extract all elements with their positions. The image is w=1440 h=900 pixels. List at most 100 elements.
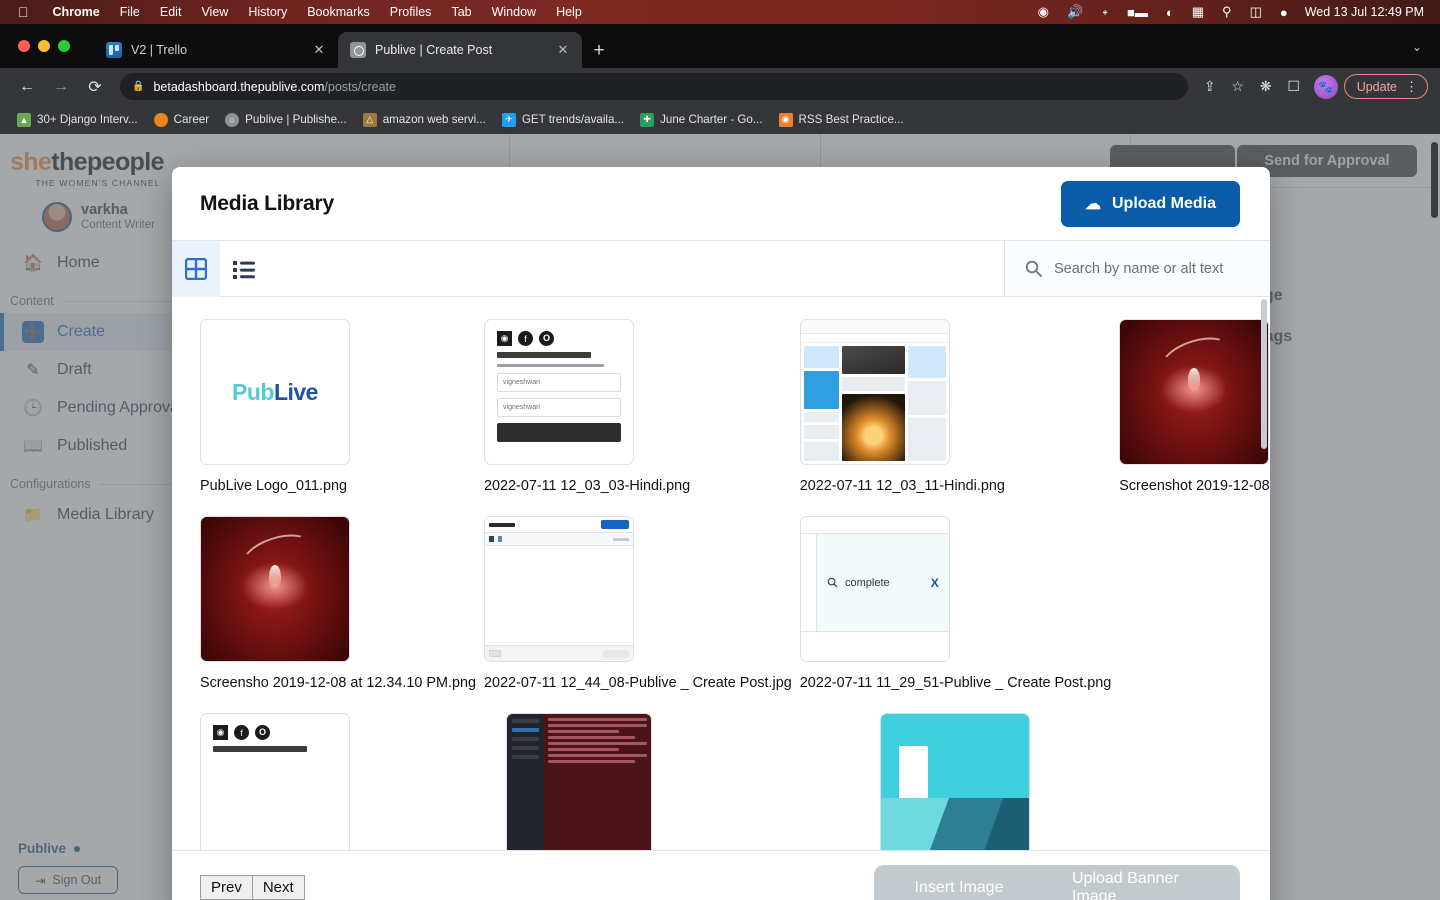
browser-tab-publive[interactable]: Publive | Create Post ✕ bbox=[338, 32, 582, 68]
bookmark-item[interactable]: ◉ RSS Best Practice... bbox=[772, 110, 911, 130]
insert-image-button[interactable]: Insert Image bbox=[874, 864, 1044, 900]
close-window-button[interactable] bbox=[18, 40, 30, 52]
search-input[interactable] bbox=[1054, 260, 1264, 277]
media-item[interactable]: 2022-07-11 12_44_08-Publive _ Create Pos… bbox=[484, 516, 792, 691]
bookmark-favicon-icon: ○ bbox=[225, 112, 240, 127]
address-bar[interactable]: 🔒 betadashboard.thepublive.com/posts/cre… bbox=[120, 73, 1188, 100]
media-thumbnail[interactable] bbox=[484, 516, 635, 662]
profile-avatar-icon[interactable]: 🐾 bbox=[1313, 74, 1338, 99]
media-thumbnail[interactable] bbox=[879, 713, 1030, 850]
media-item-name: Screensho 2019-12-08 at 12.34.10 PM.png bbox=[200, 675, 477, 691]
reload-button[interactable]: ⟳ bbox=[80, 72, 110, 102]
media-thumbnail[interactable] bbox=[1119, 319, 1270, 465]
spotlight-search-icon[interactable]: ⚲ bbox=[1213, 4, 1241, 20]
grid-view-button[interactable] bbox=[172, 241, 220, 297]
bookmark-star-icon[interactable]: ☆ bbox=[1224, 73, 1252, 101]
new-tab-button[interactable]: + bbox=[588, 40, 610, 62]
block bbox=[907, 346, 946, 378]
menu-tab[interactable]: Tab bbox=[441, 5, 481, 19]
bookmark-item[interactable]: ▲ 30+ Django Interv... bbox=[10, 110, 145, 130]
modal-scrollbar[interactable] bbox=[1261, 299, 1267, 449]
list-icon bbox=[233, 260, 255, 279]
screen-query-text: complete bbox=[845, 576, 890, 589]
menu-chrome[interactable]: Chrome bbox=[43, 5, 110, 19]
next-page-button[interactable]: Next bbox=[252, 875, 305, 900]
wifi-icon[interactable]: ◐ bbox=[1157, 5, 1183, 20]
media-item-empty bbox=[1119, 516, 1270, 691]
bookmark-item[interactable]: ○ Publive | Publishe... bbox=[218, 110, 354, 130]
share-icon[interactable]: ⇪ bbox=[1196, 73, 1224, 101]
prev-page-button[interactable]: Prev bbox=[200, 875, 253, 900]
submit-button-mini bbox=[497, 423, 622, 442]
code-sidebar bbox=[507, 714, 545, 850]
screen-body: complete X bbox=[801, 534, 949, 631]
browser-tab-trello[interactable]: V2 | Trello ✕ bbox=[94, 32, 338, 68]
close-icon[interactable]: ✕ bbox=[554, 41, 572, 59]
menu-help[interactable]: Help bbox=[546, 5, 592, 19]
menu-history[interactable]: History bbox=[238, 5, 297, 19]
bookmarks-bar: ▲ 30+ Django Interv... Career ○ Publive … bbox=[0, 105, 1440, 134]
bookmark-item[interactable]: Career bbox=[147, 110, 216, 130]
media-grid-container[interactable]: PubLive PubLive Logo_011.png ◉ f 𝐎 vignesh… bbox=[172, 297, 1270, 850]
menu-view[interactable]: View bbox=[191, 5, 238, 19]
menu-edit[interactable]: Edit bbox=[150, 5, 192, 19]
media-thumbnail[interactable]: ◉ f 𝐎 vigneshwari vigneshwari bbox=[484, 319, 635, 465]
control-center-icon[interactable]: ◫ bbox=[1241, 4, 1271, 20]
modal-footer: Prev Next Insert Image Upload Banner Ima… bbox=[172, 850, 1270, 900]
rss-icon: ◉ bbox=[213, 725, 228, 740]
screen-root:  Chrome File Edit View History Bookmark… bbox=[0, 0, 1440, 900]
extensions-puzzle-icon[interactable]: ❋ bbox=[1252, 73, 1280, 101]
close-icon[interactable]: ✕ bbox=[310, 41, 328, 59]
media-item[interactable]: complete X 2022-07-11 11_29_51-Publive _… bbox=[799, 516, 1111, 691]
chevron-down-icon[interactable]: ⌄ bbox=[1412, 40, 1422, 54]
media-item[interactable]: Screensho 2019-12-08 at 12.34.10 PM.png bbox=[200, 516, 476, 691]
menu-profiles[interactable]: Profiles bbox=[380, 5, 442, 19]
block bbox=[803, 371, 840, 409]
media-item[interactable] bbox=[800, 713, 1111, 850]
maximize-window-button[interactable] bbox=[58, 40, 70, 52]
media-thumbnail[interactable]: complete X bbox=[799, 516, 950, 662]
media-thumbnail[interactable]: PubLive bbox=[200, 319, 350, 465]
apple-icon[interactable]:  bbox=[18, 5, 29, 19]
split-view-icon[interactable]: ☐ bbox=[1280, 73, 1308, 101]
menu-file[interactable]: File bbox=[110, 5, 150, 19]
bookmark-item[interactable]: △ amazon web servi... bbox=[356, 110, 493, 130]
search-box[interactable] bbox=[1004, 241, 1270, 296]
bluetooth-off-icon[interactable]: ᛭ bbox=[1092, 5, 1118, 20]
siri-icon[interactable]: ● bbox=[1271, 5, 1297, 20]
volume-icon[interactable]: 🔊 bbox=[1058, 4, 1092, 20]
media-thumbnail[interactable] bbox=[799, 319, 950, 465]
media-item[interactable]: 2022-07-11 12_03_11-Hindi.png bbox=[799, 319, 1111, 494]
media-item[interactable]: ◉ f 𝐎 vigneshwari vigneshwari 2022-07-11 1… bbox=[484, 319, 792, 494]
media-item[interactable]: PubLive PubLive Logo_011.png bbox=[200, 319, 476, 494]
page-scrollbar[interactable] bbox=[1431, 142, 1438, 218]
facebook-icon: f bbox=[234, 725, 249, 740]
list-view-button[interactable] bbox=[220, 241, 268, 297]
lock-icon: 🔒 bbox=[132, 81, 145, 92]
news-site-thumb bbox=[800, 320, 949, 464]
screen-record-icon[interactable]: ◉ bbox=[1029, 4, 1058, 20]
media-thumbnail[interactable] bbox=[200, 516, 350, 662]
update-button[interactable]: Update ⋮ bbox=[1343, 74, 1428, 99]
battery-icon[interactable]: ■▬ bbox=[1118, 5, 1157, 20]
media-thumbnail[interactable]: ◉ f 𝐎 bbox=[200, 713, 350, 850]
media-thumbnail[interactable] bbox=[506, 713, 653, 850]
media-item-name: PubLive Logo_011.png bbox=[200, 478, 347, 494]
menu-bookmarks[interactable]: Bookmarks bbox=[297, 5, 380, 19]
menu-bar-clock[interactable]: Wed 13 Jul 12:49 PM bbox=[1297, 5, 1428, 19]
upload-media-button[interactable]: ☁ Upload Media bbox=[1060, 180, 1240, 227]
media-item[interactable]: ◉ f 𝐎 bbox=[200, 713, 476, 850]
media-item[interactable] bbox=[484, 713, 792, 850]
bookmark-item[interactable]: ✚ June Charter - Go... bbox=[633, 110, 769, 130]
publive-logo-thumb: PubLive bbox=[232, 378, 318, 405]
bookmark-item[interactable]: ✈ GET trends/availa... bbox=[495, 110, 631, 130]
upload-banner-image-button[interactable]: Upload Banner Image bbox=[1044, 864, 1240, 900]
media-item[interactable]: Screenshot 2019-12-08 atPM.png bbox=[1119, 319, 1270, 494]
window-traffic-lights[interactable] bbox=[18, 40, 70, 52]
chrome-menu-kebab-icon[interactable]: ⋮ bbox=[1405, 79, 1418, 95]
minimize-window-button[interactable] bbox=[38, 40, 50, 52]
forward-button[interactable]: → bbox=[46, 72, 76, 102]
menu-window[interactable]: Window bbox=[482, 5, 546, 19]
input-source-icon[interactable]: ▦ bbox=[1183, 4, 1213, 20]
back-button[interactable]: ← bbox=[12, 72, 42, 102]
